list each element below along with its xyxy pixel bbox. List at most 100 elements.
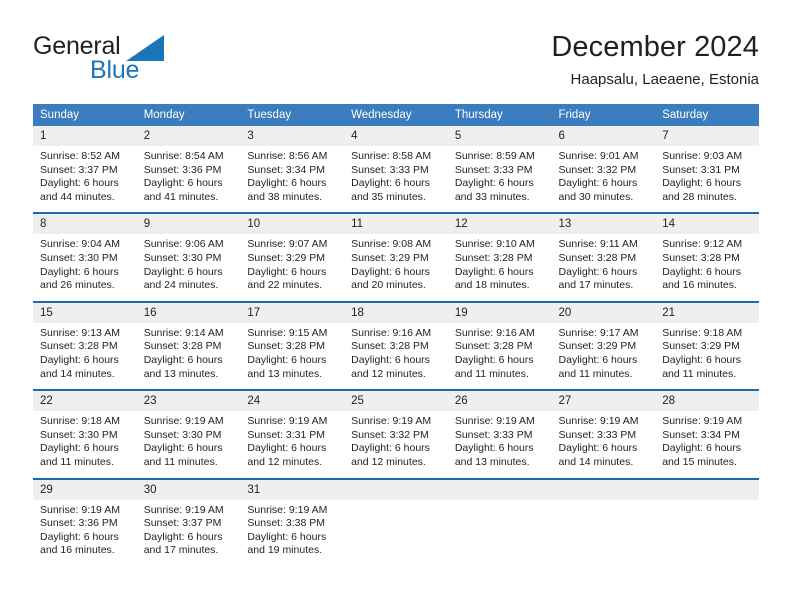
day-cell[interactable]: Sunrise: 9:18 AM Sunset: 3:29 PM Dayligh… <box>655 322 759 390</box>
day-number[interactable]: 13 <box>551 214 656 235</box>
day-cell[interactable]: Sunrise: 9:01 AM Sunset: 3:32 PM Dayligh… <box>551 146 656 213</box>
day-cell[interactable]: Sunrise: 9:19 AM Sunset: 3:37 PM Dayligh… <box>136 499 241 566</box>
day-number[interactable]: 27 <box>551 391 656 412</box>
day-cell[interactable]: Sunrise: 9:12 AM Sunset: 3:28 PM Dayligh… <box>655 234 759 301</box>
day-number[interactable]: 22 <box>33 391 137 412</box>
day-cell[interactable]: Sunrise: 8:56 AM Sunset: 3:34 PM Dayligh… <box>240 146 345 213</box>
day-cell-empty <box>655 499 759 566</box>
day-number[interactable]: 9 <box>136 214 241 235</box>
day-cell[interactable]: Sunrise: 8:54 AM Sunset: 3:36 PM Dayligh… <box>136 146 241 213</box>
day-number[interactable]: 21 <box>655 302 759 323</box>
daylight-text-line1: Daylight: 6 hours <box>454 265 534 278</box>
day-cell[interactable]: Sunrise: 9:19 AM Sunset: 3:33 PM Dayligh… <box>551 411 656 478</box>
sunrise-text: Sunrise: 8:59 AM <box>454 150 535 162</box>
day-cell[interactable]: Sunrise: 9:17 AM Sunset: 3:29 PM Dayligh… <box>551 322 656 390</box>
day-number[interactable]: 30 <box>136 479 241 500</box>
day-cell[interactable]: Sunrise: 9:10 AM Sunset: 3:28 PM Dayligh… <box>447 234 552 301</box>
daylight-text-line2: and 26 minutes. <box>40 279 115 292</box>
day-cell[interactable]: Sunrise: 9:19 AM Sunset: 3:32 PM Dayligh… <box>344 411 448 478</box>
daylight-text-line1: Daylight: 6 hours <box>40 265 119 278</box>
day-number[interactable]: 4 <box>344 126 448 146</box>
sunrise-text: Sunrise: 9:15 AM <box>247 326 328 339</box>
day-cell[interactable]: Sunrise: 9:19 AM Sunset: 3:38 PM Dayligh… <box>240 499 345 566</box>
day-cell[interactable]: Sunrise: 9:08 AM Sunset: 3:29 PM Dayligh… <box>344 234 448 301</box>
day-cell[interactable]: Sunrise: 9:07 AM Sunset: 3:29 PM Dayligh… <box>240 234 345 301</box>
day-number[interactable]: 17 <box>240 302 345 323</box>
day-number[interactable]: 20 <box>551 302 656 323</box>
calendar-page: General Blue December 2024 Haapsalu, Lae… <box>0 0 792 612</box>
day-number-row: 15 16 17 18 19 20 21 <box>33 302 759 323</box>
day-cell[interactable]: Sunrise: 9:16 AM Sunset: 3:28 PM Dayligh… <box>447 322 552 390</box>
day-cell[interactable]: Sunrise: 8:52 AM Sunset: 3:37 PM Dayligh… <box>33 146 137 213</box>
calendar-body: 1 2 3 4 5 6 7 Sunrise: 8:52 AM Sunset: 3… <box>33 126 759 566</box>
brand-logo[interactable]: General Blue <box>33 32 263 94</box>
daylight-text-line2: and 17 minutes. <box>558 279 634 292</box>
day-number[interactable]: 1 <box>33 126 137 146</box>
day-number[interactable]: 18 <box>344 302 448 323</box>
daylight-text-line2: and 11 minutes. <box>40 455 114 468</box>
sunrise-text: Sunrise: 9:19 AM <box>143 503 224 516</box>
day-number[interactable]: 25 <box>344 391 448 412</box>
day-detail-row: Sunrise: 9:18 AM Sunset: 3:30 PM Dayligh… <box>33 411 759 478</box>
day-cell[interactable]: Sunrise: 9:04 AM Sunset: 3:30 PM Dayligh… <box>33 234 137 301</box>
weekday-header-row: Sunday Monday Tuesday Wednesday Thursday… <box>33 104 759 126</box>
sunrise-text: Sunrise: 9:19 AM <box>454 415 535 428</box>
daylight-text-line1: Daylight: 6 hours <box>351 353 430 366</box>
daylight-text-line1: Daylight: 6 hours <box>143 442 223 455</box>
day-number[interactable]: 5 <box>447 126 552 146</box>
day-number[interactable]: 7 <box>655 126 759 146</box>
sunset-text: Sunset: 3:34 PM <box>662 428 740 441</box>
day-cell[interactable]: Sunrise: 9:03 AM Sunset: 3:31 PM Dayligh… <box>655 146 759 213</box>
sunrise-text: Sunrise: 9:12 AM <box>662 238 743 251</box>
day-number-empty <box>447 479 552 500</box>
day-number[interactable]: 28 <box>655 391 759 412</box>
daylight-text-line2: and 13 minutes. <box>143 367 219 380</box>
daylight-text-line1: Daylight: 6 hours <box>454 177 534 190</box>
day-cell[interactable]: Sunrise: 9:19 AM Sunset: 3:36 PM Dayligh… <box>33 499 137 566</box>
day-number[interactable]: 26 <box>447 391 552 412</box>
day-number[interactable]: 31 <box>240 479 345 500</box>
sunset-text: Sunset: 3:28 PM <box>351 340 429 353</box>
daylight-text-line2: and 11 minutes. <box>454 367 529 380</box>
day-cell[interactable]: Sunrise: 9:16 AM Sunset: 3:28 PM Dayligh… <box>344 322 448 390</box>
day-number[interactable]: 6 <box>551 126 656 146</box>
sunset-text: Sunset: 3:34 PM <box>247 163 326 176</box>
sunrise-text: Sunrise: 9:03 AM <box>662 150 743 162</box>
day-number[interactable]: 23 <box>136 391 241 412</box>
day-cell[interactable]: Sunrise: 9:11 AM Sunset: 3:28 PM Dayligh… <box>551 234 656 301</box>
day-cell[interactable]: Sunrise: 9:13 AM Sunset: 3:28 PM Dayligh… <box>33 322 137 390</box>
day-cell[interactable]: Sunrise: 9:19 AM Sunset: 3:31 PM Dayligh… <box>240 411 345 478</box>
day-number[interactable]: 14 <box>655 214 759 235</box>
day-number[interactable]: 16 <box>136 302 241 323</box>
daylight-text-line2: and 11 minutes. <box>143 455 218 468</box>
day-number[interactable]: 19 <box>447 302 552 323</box>
sunset-text: Sunset: 3:30 PM <box>143 251 222 264</box>
day-number[interactable]: 29 <box>33 479 137 500</box>
day-number[interactable]: 2 <box>136 126 241 146</box>
day-number[interactable]: 8 <box>33 214 137 235</box>
day-detail-row: Sunrise: 9:13 AM Sunset: 3:28 PM Dayligh… <box>33 322 759 390</box>
day-cell[interactable]: Sunrise: 9:19 AM Sunset: 3:33 PM Dayligh… <box>447 411 552 478</box>
day-cell[interactable]: Sunrise: 9:14 AM Sunset: 3:28 PM Dayligh… <box>136 322 241 390</box>
daylight-text-line2: and 13 minutes. <box>454 455 530 468</box>
day-cell[interactable]: Sunrise: 9:19 AM Sunset: 3:30 PM Dayligh… <box>136 411 241 478</box>
day-number[interactable]: 3 <box>240 126 345 146</box>
day-number-row: 29 30 31 <box>33 479 759 500</box>
day-number[interactable]: 11 <box>344 214 448 235</box>
day-cell[interactable]: Sunrise: 9:18 AM Sunset: 3:30 PM Dayligh… <box>33 411 137 478</box>
sunset-text: Sunset: 3:32 PM <box>558 163 637 176</box>
day-cell[interactable]: Sunrise: 9:15 AM Sunset: 3:28 PM Dayligh… <box>240 322 345 390</box>
sunset-text: Sunset: 3:31 PM <box>662 163 740 176</box>
day-number[interactable]: 10 <box>240 214 345 235</box>
triangle-logo-icon <box>126 35 164 61</box>
day-cell[interactable]: Sunrise: 8:58 AM Sunset: 3:33 PM Dayligh… <box>344 146 448 213</box>
sunrise-text: Sunrise: 9:19 AM <box>662 415 743 428</box>
sunrise-text: Sunrise: 9:01 AM <box>558 150 639 162</box>
daylight-text-line1: Daylight: 6 hours <box>143 177 223 190</box>
day-cell[interactable]: Sunrise: 9:19 AM Sunset: 3:34 PM Dayligh… <box>655 411 759 478</box>
day-cell[interactable]: Sunrise: 8:59 AM Sunset: 3:33 PM Dayligh… <box>447 146 552 213</box>
day-number[interactable]: 24 <box>240 391 345 412</box>
day-number[interactable]: 15 <box>33 302 137 323</box>
day-cell[interactable]: Sunrise: 9:06 AM Sunset: 3:30 PM Dayligh… <box>136 234 241 301</box>
day-number[interactable]: 12 <box>447 214 552 235</box>
